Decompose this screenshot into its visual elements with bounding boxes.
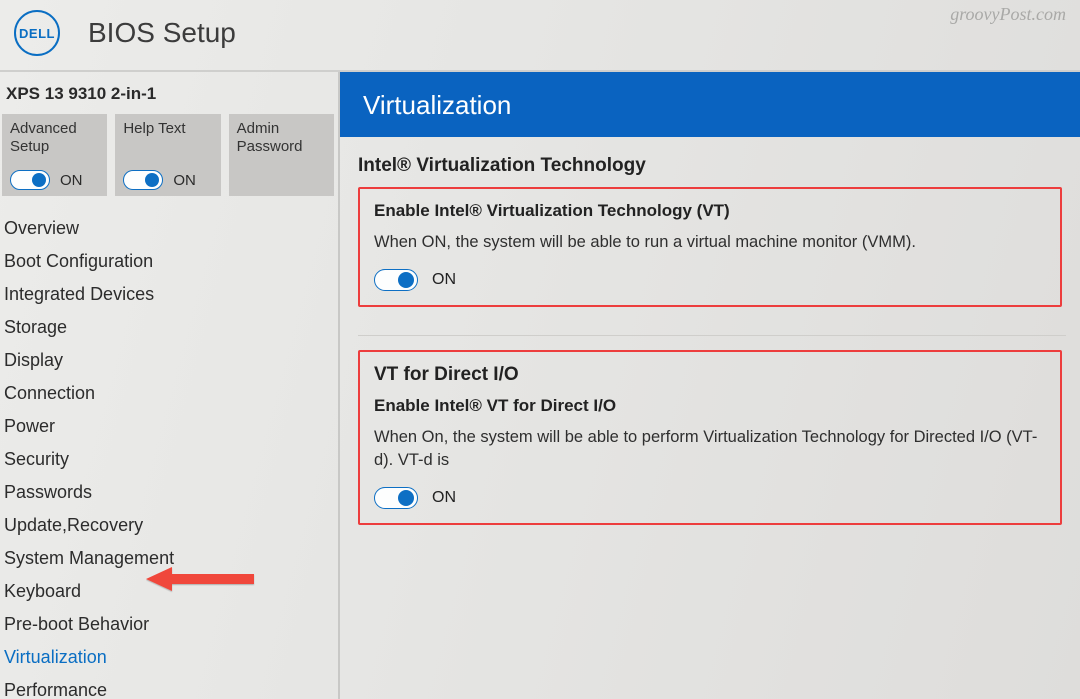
sidebar-item-performance[interactable]: Performance — [0, 674, 338, 699]
card-label: Advanced Setup — [10, 120, 99, 156]
section1-title: Intel® Virtualization Technology — [358, 155, 1080, 177]
section1-subtitle: Enable Intel® Virtualization Technology … — [374, 201, 1046, 221]
sidebar-item-keyboard[interactable]: Keyboard — [0, 575, 338, 608]
card-help-text[interactable]: Help Text ON — [115, 114, 220, 196]
sidebar-item-overview[interactable]: Overview — [0, 212, 338, 245]
machine-name: XPS 13 9310 2-in-1 — [0, 80, 338, 114]
sidebar-item-pre-boot-behavior[interactable]: Pre-boot Behavior — [0, 608, 338, 641]
sidebar: XPS 13 9310 2-in-1 Advanced Setup ON Hel… — [0, 72, 340, 699]
sidebar-toggle-cards: Advanced Setup ON Help Text ON — [0, 114, 338, 208]
sidebar-item-security[interactable]: Security — [0, 443, 338, 476]
toggle-state: ON — [432, 489, 456, 507]
section2-subtitle: Enable Intel® VT for Direct I/O — [374, 396, 1046, 416]
sidebar-nav: OverviewBoot ConfigurationIntegrated Dev… — [0, 208, 338, 699]
section2-title: VT for Direct I/O — [374, 364, 1046, 386]
sidebar-item-integrated-devices[interactable]: Integrated Devices — [0, 278, 338, 311]
sidebar-item-passwords[interactable]: Passwords — [0, 476, 338, 509]
sidebar-item-display[interactable]: Display — [0, 344, 338, 377]
sidebar-item-connection[interactable]: Connection — [0, 377, 338, 410]
toggle-vt-direct-io[interactable] — [374, 487, 418, 509]
main-body: Intel® Virtualization Technology Enable … — [340, 137, 1080, 553]
card-advanced-setup[interactable]: Advanced Setup ON — [2, 114, 107, 196]
sidebar-item-power[interactable]: Power — [0, 410, 338, 443]
card-admin-password[interactable]: Admin Password — [229, 114, 334, 196]
sidebar-item-update-recovery[interactable]: Update,Recovery — [0, 509, 338, 542]
sidebar-item-virtualization[interactable]: Virtualization — [0, 641, 338, 674]
sidebar-item-system-management[interactable]: System Management — [0, 542, 338, 575]
highlight-section2: VT for Direct I/O Enable Intel® VT for D… — [358, 350, 1062, 525]
sidebar-item-storage[interactable]: Storage — [0, 311, 338, 344]
dell-logo-text: DELL — [19, 26, 55, 41]
brand-bar: DELL BIOS Setup — [0, 0, 1080, 72]
highlight-section1: Enable Intel® Virtualization Technology … — [358, 187, 1062, 307]
section1-desc: When ON, the system will be able to run … — [374, 231, 1046, 253]
toggle-help-text[interactable] — [123, 170, 163, 190]
sidebar-item-boot-configuration[interactable]: Boot Configuration — [0, 245, 338, 278]
watermark: groovyPost.com — [950, 4, 1066, 25]
toggle-advanced-setup[interactable] — [10, 170, 50, 190]
toggle-state: ON — [432, 271, 456, 289]
card-label: Admin Password — [237, 120, 326, 156]
dell-logo-icon: DELL — [14, 10, 60, 56]
section-divider — [358, 335, 1066, 336]
main-header: Virtualization — [340, 72, 1080, 137]
toggle-state: ON — [60, 172, 83, 189]
section2-desc: When On, the system will be able to perf… — [374, 426, 1046, 471]
page-title: BIOS Setup — [88, 17, 236, 49]
main-panel: Virtualization Intel® Virtualization Tec… — [340, 72, 1080, 699]
toggle-intel-vt[interactable] — [374, 269, 418, 291]
toggle-state: ON — [173, 172, 196, 189]
card-label: Help Text — [123, 120, 212, 138]
